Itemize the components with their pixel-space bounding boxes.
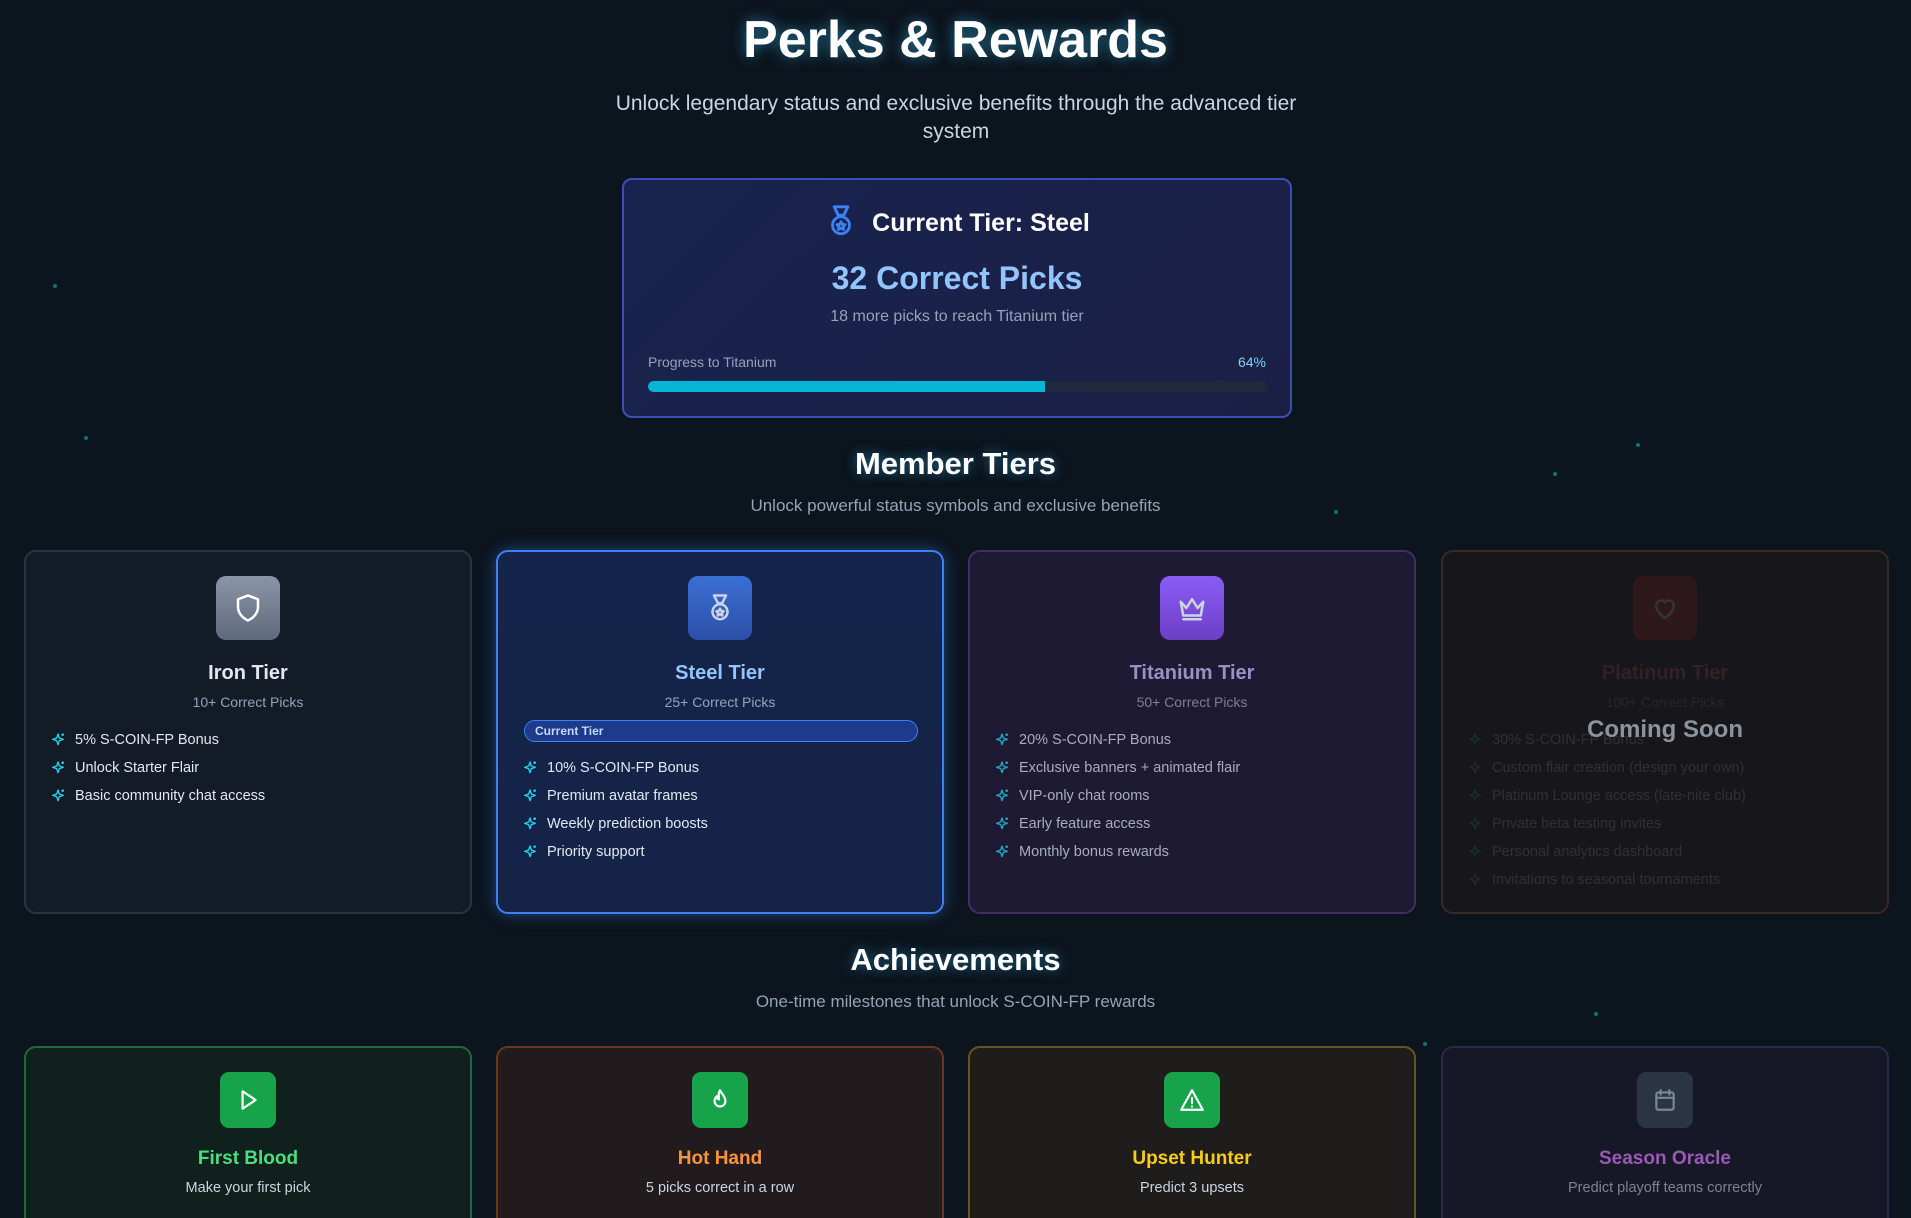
tier-perk: Basic community chat access (50, 782, 265, 810)
tier-perk-list: 20% S-COIN-FP Bonus Exclusive banners + … (994, 726, 1240, 866)
warning-icon (1164, 1072, 1220, 1128)
shield-icon (216, 576, 280, 640)
achievement-card-hot-hand[interactable]: Hot Hand 5 picks correct in a row (496, 1046, 944, 1218)
sparkle-icon (996, 845, 1008, 858)
tier-perk-list: 30% S-COIN-FP Bonus Custom flair creatio… (1467, 726, 1746, 894)
sparkle-icon (524, 761, 536, 774)
sparkle-icon (1469, 845, 1481, 858)
medal-icon (688, 576, 752, 640)
tier-requirement: 25+ Correct Picks (664, 694, 776, 710)
tier-perk: Personal analytics dashboard (1467, 838, 1746, 866)
tier-perk: VIP-only chat rooms (994, 782, 1240, 810)
achievements-title: Achievements (850, 942, 1061, 977)
achievement-name: Season Oracle (1598, 1148, 1732, 1169)
achievement-name: Upset Hunter (1132, 1148, 1252, 1169)
page-subtitle: Unlock legendary status and exclusive be… (615, 92, 1297, 143)
achievement-description: Make your first pick (185, 1180, 311, 1196)
tier-card-iron[interactable]: Iron Tier 10+ Correct Picks 5% S-COIN-FP… (24, 550, 472, 914)
sparkle-icon (52, 733, 64, 746)
progress-label: Progress to Titanium (648, 354, 777, 370)
tier-perk: Weekly prediction boosts (522, 810, 708, 838)
progress-bar (648, 381, 1268, 392)
progress-percent: 64% (1237, 354, 1266, 370)
tier-perk: 20% S-COIN-FP Bonus (994, 726, 1240, 754)
tier-name: Steel Tier (675, 662, 765, 684)
play-icon (220, 1072, 276, 1128)
calendar-icon (1637, 1072, 1693, 1128)
current-tier-title: Current Tier: Steel (872, 209, 1090, 237)
sparkle-icon (996, 761, 1008, 774)
background-particle (53, 284, 57, 288)
tier-perk: Invitations to seasonal tournaments (1467, 866, 1746, 894)
sparkle-icon (52, 789, 64, 802)
tier-requirement: 10+ Correct Picks (192, 694, 304, 710)
background-particle (84, 436, 88, 440)
current-tier-header: Current Tier: Steel (624, 204, 1290, 243)
tier-name: Iron Tier (208, 662, 288, 684)
flame-icon (692, 1072, 748, 1128)
achievement-name: First Blood (197, 1148, 299, 1169)
sparkle-icon (996, 817, 1008, 830)
sparkle-icon (1469, 817, 1481, 830)
tier-perk: Private beta testing invites (1467, 810, 1746, 838)
crown-icon (1160, 576, 1224, 640)
tier-perk: Platinum Lounge access (late-nite club) (1467, 782, 1746, 810)
sparkle-icon (52, 761, 64, 774)
heart-icon (1633, 576, 1697, 640)
achievement-description: Predict 3 upsets (1140, 1180, 1244, 1196)
current-tier-badge: Current Tier (524, 720, 918, 742)
achievement-description: Predict playoff teams correctly (1568, 1180, 1762, 1196)
tier-card-titanium[interactable]: Titanium Tier 50+ Correct Picks 20% S-CO… (968, 550, 1416, 914)
sparkle-icon (1469, 789, 1481, 802)
tier-perk: 5% S-COIN-FP Bonus (50, 726, 265, 754)
sparkle-icon (1469, 761, 1481, 774)
tier-perk: Custom flair creation (design your own) (1467, 754, 1746, 782)
member-tiers-title: Member Tiers (854, 446, 1056, 481)
tier-perk: Monthly bonus rewards (994, 838, 1240, 866)
tier-perk: Priority support (522, 838, 708, 866)
sparkle-icon (996, 733, 1008, 746)
tier-card-steel[interactable]: Steel Tier 25+ Correct Picks Current Tie… (496, 550, 944, 914)
tier-perk: Premium avatar frames (522, 782, 708, 810)
tier-name: Titanium Tier (1129, 662, 1255, 684)
member-tiers-subtitle: Unlock powerful status symbols and exclu… (750, 496, 1161, 515)
correct-picks-count: 32 Correct Picks (831, 260, 1083, 296)
medal-icon (824, 204, 858, 243)
current-tier-card: Current Tier: Steel 32 Correct Picks 18 … (622, 178, 1292, 418)
tier-perk: Exclusive banners + animated flair (994, 754, 1240, 782)
tier-requirement: 100+ Correct Picks (1605, 694, 1725, 710)
background-particle (1423, 1042, 1427, 1046)
tier-perk-list: 10% S-COIN-FP Bonus Premium avatar frame… (522, 754, 708, 866)
tier-perk: Early feature access (994, 810, 1240, 838)
tier-perk: 10% S-COIN-FP Bonus (522, 754, 708, 782)
tier-perk: Unlock Starter Flair (50, 754, 265, 782)
progress-bar-fill (648, 381, 1045, 392)
tier-requirement: 50+ Correct Picks (1136, 694, 1248, 710)
achievement-card-upset-hunter[interactable]: Upset Hunter Predict 3 upsets (968, 1046, 1416, 1218)
achievements-subtitle: One-time milestones that unlock S-COIN-F… (755, 992, 1156, 1011)
sparkle-icon (996, 789, 1008, 802)
achievement-name: Hot Hand (677, 1148, 763, 1169)
background-particle (1594, 1012, 1598, 1016)
achievement-card-first-blood[interactable]: First Blood Make your first pick (24, 1046, 472, 1218)
sparkle-icon (524, 817, 536, 830)
sparkle-icon (524, 789, 536, 802)
page-title: Perks & Rewards (743, 11, 1168, 69)
coming-soon-label: Coming Soon (1587, 716, 1743, 743)
tier-perk-list: 5% S-COIN-FP Bonus Unlock Starter Flair … (50, 726, 265, 810)
sparkle-icon (524, 845, 536, 858)
achievement-description: 5 picks correct in a row (645, 1180, 795, 1196)
sparkle-icon (1469, 873, 1481, 886)
tier-name: Platinum Tier (1601, 662, 1729, 684)
picks-remaining: 18 more picks to reach Titanium tier (830, 308, 1084, 325)
tier-card-platinum: Platinum Tier 100+ Correct Picks 30% S-C… (1441, 550, 1889, 914)
achievement-card-season-oracle[interactable]: Season Oracle Predict playoff teams corr… (1441, 1046, 1889, 1218)
